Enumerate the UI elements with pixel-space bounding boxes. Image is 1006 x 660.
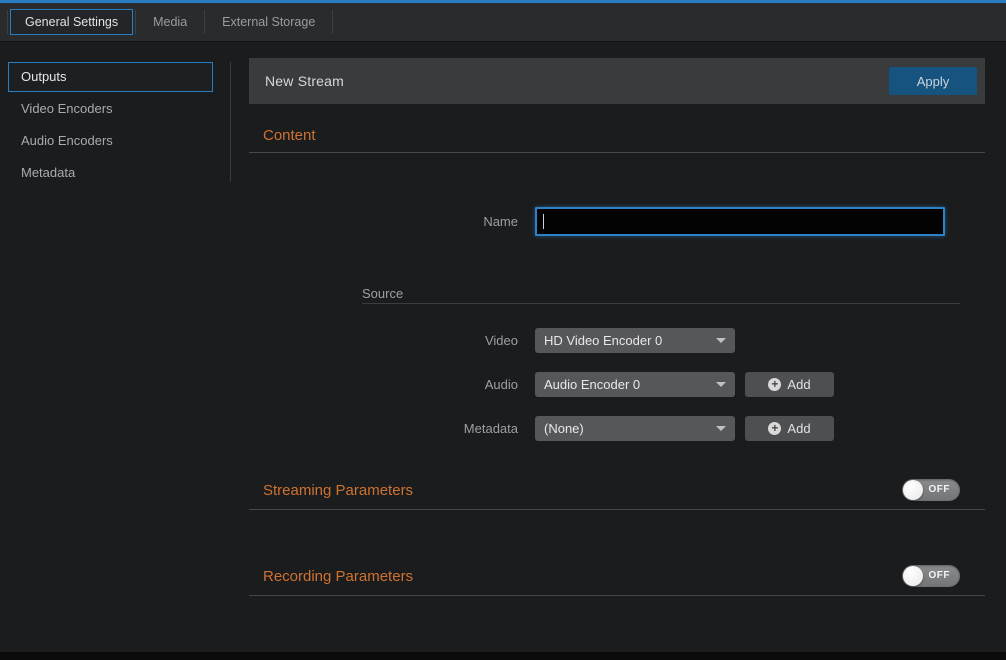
- source-group-label: Source: [362, 286, 960, 304]
- video-source-row: Video HD Video Encoder 0: [249, 328, 985, 353]
- plus-icon: +: [768, 378, 781, 391]
- content-section-heading: Content: [249, 127, 985, 145]
- streaming-parameters-section: Streaming Parameters OFF: [249, 478, 985, 502]
- recording-parameters-toggle[interactable]: OFF: [902, 565, 960, 587]
- plus-icon: +: [768, 422, 781, 435]
- toggle-state-label: OFF: [929, 479, 951, 501]
- apply-button[interactable]: Apply: [889, 67, 977, 95]
- audio-source-value: Audio Encoder 0: [544, 377, 640, 392]
- tab-media[interactable]: Media: [138, 9, 202, 35]
- bottom-strip: [0, 652, 1006, 660]
- streaming-parameters-toggle[interactable]: OFF: [902, 479, 960, 501]
- tab-separator: [7, 10, 8, 34]
- app-window: General Settings Media External Storage …: [0, 0, 1006, 660]
- sidebar-divider: [230, 62, 231, 182]
- toggle-state-label: OFF: [929, 565, 951, 587]
- sidebar-item-video-encoders[interactable]: Video Encoders: [8, 94, 213, 124]
- toggle-knob: [903, 480, 923, 500]
- audio-label: Audio: [249, 377, 535, 392]
- main-panel: New Stream Apply Content Name Source Vid…: [249, 42, 985, 596]
- chevron-down-icon: [716, 382, 726, 387]
- text-caret: [543, 214, 544, 229]
- add-metadata-label: Add: [787, 421, 810, 436]
- streaming-parameters-heading: Streaming Parameters: [249, 482, 413, 499]
- sidebar-item-outputs[interactable]: Outputs: [8, 62, 213, 92]
- chevron-down-icon: [716, 426, 726, 431]
- add-audio-label: Add: [787, 377, 810, 392]
- tab-separator: [332, 10, 333, 34]
- content-heading-divider: [249, 152, 985, 153]
- tab-separator: [204, 10, 205, 34]
- metadata-source-dropdown[interactable]: (None): [535, 416, 735, 441]
- name-input[interactable]: [535, 207, 945, 236]
- metadata-source-value: (None): [544, 421, 584, 436]
- metadata-label: Metadata: [249, 421, 535, 436]
- top-tab-bar: General Settings Media External Storage: [0, 3, 1006, 42]
- recording-parameters-heading: Recording Parameters: [249, 568, 413, 585]
- add-metadata-button[interactable]: + Add: [745, 416, 834, 441]
- name-field-row: Name: [249, 207, 985, 236]
- sidebar-item-metadata[interactable]: Metadata: [8, 158, 213, 188]
- toggle-knob: [903, 566, 923, 586]
- tab-general-settings[interactable]: General Settings: [10, 9, 133, 35]
- recording-section-divider: [249, 595, 985, 596]
- page-title: New Stream: [265, 73, 344, 89]
- name-label: Name: [249, 214, 535, 229]
- video-source-dropdown[interactable]: HD Video Encoder 0: [535, 328, 735, 353]
- chevron-down-icon: [716, 338, 726, 343]
- metadata-source-row: Metadata (None) + Add: [249, 416, 985, 441]
- add-audio-button[interactable]: + Add: [745, 372, 834, 397]
- sidebar-nav: Outputs Video Encoders Audio Encoders Me…: [0, 42, 231, 190]
- video-label: Video: [249, 333, 535, 348]
- audio-source-row: Audio Audio Encoder 0 + Add: [249, 372, 985, 397]
- audio-source-dropdown[interactable]: Audio Encoder 0: [535, 372, 735, 397]
- recording-parameters-section: Recording Parameters OFF: [249, 564, 985, 588]
- streaming-section-divider: [249, 509, 985, 510]
- video-source-value: HD Video Encoder 0: [544, 333, 662, 348]
- tab-external-storage[interactable]: External Storage: [207, 9, 330, 35]
- name-input-wrap: [535, 207, 945, 236]
- panel-header: New Stream Apply: [249, 58, 985, 104]
- sidebar-item-audio-encoders[interactable]: Audio Encoders: [8, 126, 213, 156]
- tab-separator: [135, 10, 136, 34]
